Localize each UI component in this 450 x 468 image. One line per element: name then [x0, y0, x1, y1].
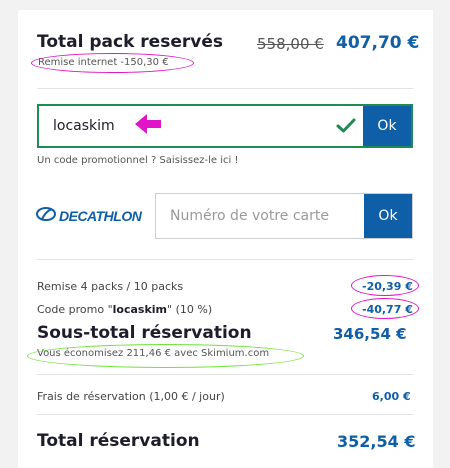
subtotal-label: Sous-total réservation [37, 323, 252, 343]
decathlon-logo-icon [36, 206, 56, 225]
loyalty-card-input[interactable] [156, 194, 364, 238]
promo-code-field: Ok [37, 104, 413, 148]
decathlon-logo-text: DECATHLON [59, 207, 142, 224]
annotation-ellipse [27, 344, 304, 368]
subtotal-value: 346,54 € [333, 325, 407, 343]
loyalty-card-field: Ok [155, 193, 413, 239]
arrow-left-icon [133, 112, 163, 140]
original-price: 558,00 € [257, 35, 324, 53]
promo-code-input[interactable] [39, 106, 329, 146]
annotation-ellipse [351, 275, 419, 296]
booking-fee-label: Frais de réservation (1,00 € / jour) [37, 390, 225, 403]
divider [37, 374, 413, 375]
booking-fee-value: 6,00 € [372, 390, 411, 403]
promo-discount-code: locaskim [112, 303, 168, 316]
total-value: 352,54 € [337, 432, 416, 451]
annotation-ellipse [31, 53, 194, 73]
loyalty-card-ok-button[interactable]: Ok [364, 194, 412, 238]
promo-hint: Un code promotionnel ? Saisissez-le ici … [37, 155, 239, 166]
pack-discount-label: Remise 4 packs / 10 packs [37, 280, 184, 293]
divider [37, 88, 413, 89]
pack-total-title: Total pack reservés [37, 32, 223, 52]
discounted-price: 407,70 € [336, 33, 420, 53]
divider [37, 259, 413, 260]
promo-ok-button[interactable]: Ok [363, 106, 411, 146]
reservation-summary-card: Total pack reservés 558,00 € 407,70 € Re… [18, 10, 433, 468]
promo-discount-suffix: " (10 %) [167, 303, 213, 316]
annotation-ellipse [351, 298, 419, 319]
promo-discount-label: Code promo "locaskim" (10 %) [37, 303, 212, 316]
check-icon [329, 106, 363, 146]
promo-discount-prefix: Code promo " [37, 303, 113, 316]
decathlon-logo: DECATHLON [36, 206, 142, 225]
total-label: Total réservation [37, 431, 200, 451]
divider [37, 414, 413, 415]
